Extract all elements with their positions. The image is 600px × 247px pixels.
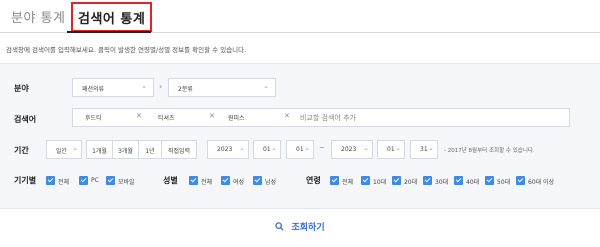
checkbox-gender-male[interactable] — [253, 176, 262, 185]
category-select-2[interactable]: 2분류 ⌄ — [168, 78, 276, 97]
period-unit-select[interactable]: 일간 ⌄ — [46, 140, 82, 159]
start-month-value: 01 — [263, 146, 271, 153]
preset-1year-button[interactable]: 1년 — [138, 140, 162, 159]
preset-1month-button[interactable]: 1개월 — [86, 140, 113, 159]
checkbox-age-10s[interactable] — [361, 176, 370, 185]
chevron-right-icon: › — [159, 82, 163, 91]
search-button-label: 조회하기 — [291, 223, 325, 233]
chevron-down-icon: ⌄ — [271, 144, 277, 152]
active-tab-underline — [67, 31, 151, 33]
checkbox-label: PC — [91, 177, 99, 184]
date-range-separator: ~ — [319, 144, 325, 152]
tab-keyword-stats[interactable]: 검색어 통계 — [71, 2, 153, 32]
device-label: 기기별 — [14, 176, 37, 185]
end-year-select[interactable]: 2023 ⌄ — [331, 140, 373, 159]
age-label: 연령 — [306, 176, 321, 185]
start-month-select[interactable]: 01 ⌄ — [253, 140, 281, 159]
category-select-1-value: 패션의류 — [82, 86, 105, 93]
search-icon — [275, 222, 284, 234]
checkbox-device-all[interactable] — [46, 176, 55, 185]
chevron-down-icon: ⌄ — [395, 144, 401, 152]
checkbox-label: 50대 — [497, 179, 511, 186]
keyword-label: 검색어 — [14, 115, 37, 124]
start-day-select[interactable]: 01 ⌄ — [286, 140, 314, 159]
checkbox-label: 전체 — [201, 179, 213, 186]
checkbox-label: 전체 — [58, 179, 70, 186]
checkbox-label: 여성 — [233, 179, 245, 186]
checkbox-age-50s[interactable] — [485, 176, 494, 185]
checkbox-age-20s[interactable] — [392, 176, 401, 185]
category-select-1[interactable]: 패션의류 ⌄ — [72, 78, 154, 97]
category-select-2-value: 2분류 — [178, 86, 193, 93]
chevron-down-icon: ⌄ — [428, 144, 434, 152]
checkbox-label: 남성 — [265, 179, 277, 186]
start-year-value: 2023 — [217, 146, 233, 153]
chevron-down-icon: ⌄ — [263, 82, 269, 90]
start-year-select[interactable]: 2023 ⌄ — [207, 140, 249, 159]
checkbox-label: 모바일 — [118, 179, 135, 186]
checkbox-age-30s[interactable] — [423, 176, 432, 185]
keyword-chip: 티셔츠 — [158, 115, 175, 122]
category-label: 분야 — [14, 84, 29, 93]
checkbox-label: 40대 — [466, 179, 480, 186]
tab-field-stats[interactable]: 분야 통계 — [11, 7, 65, 26]
checkbox-label: 10대 — [373, 179, 387, 186]
checkbox-age-60plus[interactable] — [516, 176, 525, 185]
end-month-value: 01 — [387, 146, 395, 153]
checkbox-label: 전체 — [342, 179, 354, 186]
chevron-down-icon: ⌄ — [72, 144, 78, 152]
checkbox-label: 60대 이상 — [528, 179, 555, 186]
preset-3month-button[interactable]: 3개월 — [112, 140, 139, 159]
chevron-down-icon: ⌄ — [141, 82, 147, 90]
checkbox-device-mobile[interactable] — [106, 176, 115, 185]
start-day-value: 01 — [296, 146, 304, 153]
chevron-down-icon: ⌄ — [363, 144, 369, 152]
gender-label: 성별 — [163, 176, 178, 185]
checkbox-age-all[interactable] — [330, 176, 339, 185]
period-note: - 2017년 8월부터 조회할 수 있습니다. — [444, 148, 535, 154]
keyword-chip: 후드티 — [85, 115, 102, 122]
end-day-value: 31 — [420, 146, 428, 153]
preset-custom-button[interactable]: 직접입력 — [161, 140, 197, 159]
close-icon[interactable]: ✕ — [136, 112, 142, 120]
end-month-select[interactable]: 01 ⌄ — [377, 140, 405, 159]
checkbox-label: 20대 — [404, 179, 418, 186]
checkbox-age-40s[interactable] — [454, 176, 463, 185]
keyword-input-box[interactable]: 후드티 ✕ 티셔츠 ✕ 원피스 ✕ 비교할 검색어 추가 — [72, 108, 570, 127]
keyword-add-placeholder[interactable]: 비교할 검색어 추가 — [300, 113, 356, 123]
close-icon[interactable]: ✕ — [284, 112, 290, 120]
period-label: 기간 — [14, 146, 29, 155]
checkbox-gender-all[interactable] — [189, 176, 198, 185]
keyword-chip: 원피스 — [228, 115, 245, 122]
page-description: 검색창에 검색어를 입력해보세요. 클릭이 발생한 연령별/성별 정보를 확인할… — [6, 46, 247, 54]
end-year-value: 2023 — [341, 146, 357, 153]
chevron-down-icon: ⌄ — [239, 144, 245, 152]
filter-panel: 분야 패션의류 ⌄ › 2분류 ⌄ 검색어 — [0, 63, 600, 209]
chevron-down-icon: ⌄ — [304, 144, 310, 152]
tab-bar: 분야 통계 검색어 통계 — [0, 0, 600, 33]
checkbox-device-pc[interactable] — [79, 176, 88, 185]
end-day-select[interactable]: 31 ⌄ — [410, 140, 438, 159]
period-unit-value: 일간 — [56, 148, 68, 155]
checkbox-gender-female[interactable] — [221, 176, 230, 185]
checkbox-label: 30대 — [435, 179, 449, 186]
search-button[interactable]: 조회하기 — [0, 209, 600, 247]
close-icon[interactable]: ✕ — [209, 112, 215, 120]
